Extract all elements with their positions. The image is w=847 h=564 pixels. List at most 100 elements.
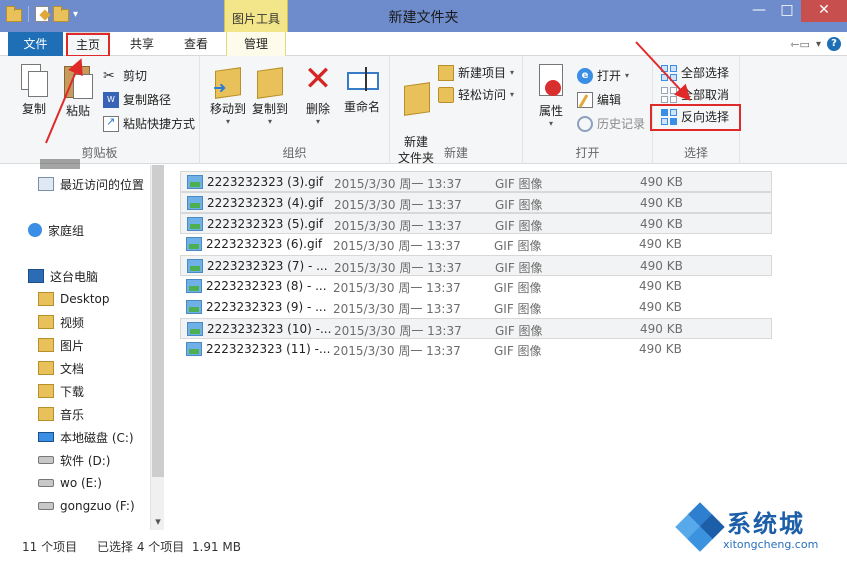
gif-image-icon bbox=[186, 342, 202, 356]
gif-image-icon bbox=[187, 217, 203, 231]
paste-button[interactable]: 粘贴 bbox=[58, 64, 98, 119]
logo-icon bbox=[675, 502, 725, 552]
tab-view[interactable]: 查看 bbox=[172, 32, 220, 56]
select-none-button[interactable]: 全部取消 bbox=[661, 86, 729, 103]
select-group: 全部选择 全部取消 反向选择 选择 bbox=[650, 56, 741, 164]
file-row[interactable]: 2223232323 (9) - ... 2015/3/30 周一 13:37 … bbox=[180, 297, 772, 318]
folder-icon bbox=[38, 315, 54, 329]
file-name: 2223232323 (9) - ... bbox=[206, 300, 327, 314]
window-title: 新建文件夹 bbox=[388, 10, 459, 26]
file-name: 2223232323 (8) - ... bbox=[206, 279, 327, 293]
file-size: 490 KB bbox=[639, 237, 682, 251]
ribbon: 复制 粘贴 ✂ 剪切 W 复制路径 粘贴快捷方式 剪贴板 ➜ 移动到 ▾ 复制到 bbox=[0, 56, 847, 165]
maximize-button[interactable]: □ bbox=[773, 0, 801, 22]
file-type: GIF 图像 bbox=[495, 324, 543, 338]
drive-icon bbox=[38, 456, 54, 464]
folder-icon bbox=[38, 338, 54, 352]
selection-info: 已选择 4 个项目 1.91 MB bbox=[97, 540, 242, 554]
nav-partial-item bbox=[40, 159, 80, 169]
easy-access-label: 轻松访问 bbox=[458, 88, 507, 102]
edit-button[interactable]: 编辑 bbox=[577, 91, 621, 108]
recent-icon bbox=[38, 177, 54, 191]
file-date: 2015/3/30 周一 13:37 bbox=[334, 198, 462, 212]
open-button[interactable]: e 打开 ▾ bbox=[577, 67, 629, 84]
select-group-label: 选择 bbox=[683, 146, 708, 160]
file-type: GIF 图像 bbox=[494, 302, 542, 316]
nav-item-music[interactable]: 音乐 bbox=[38, 403, 84, 425]
move-to-label: 移动到 bbox=[209, 102, 246, 116]
item-count: 11 个项目 bbox=[22, 540, 78, 554]
nav-scrollbar[interactable]: ▾ bbox=[150, 165, 164, 530]
file-type: GIF 图像 bbox=[494, 239, 542, 253]
file-row[interactable]: 2223232323 (5).gif 2015/3/30 周一 13:37 GI… bbox=[180, 213, 772, 234]
tab-file[interactable]: 文件 bbox=[8, 32, 63, 56]
window-controls: — □ ✕ bbox=[745, 0, 847, 22]
file-row[interactable]: 2223232323 (4).gif 2015/3/30 周一 13:37 GI… bbox=[180, 192, 772, 213]
copy-to-button[interactable]: 复制到 ▾ bbox=[248, 64, 292, 126]
home-tab-highlight bbox=[66, 33, 110, 57]
properties-button[interactable]: 属性 ▾ bbox=[531, 64, 571, 128]
copy-to-label: 复制到 bbox=[251, 102, 288, 116]
file-date: 2015/3/30 周一 13:37 bbox=[334, 261, 462, 275]
paste-shortcut-label: 粘贴快捷方式 bbox=[123, 117, 196, 131]
paste-label: 粘贴 bbox=[65, 104, 90, 118]
chevron-down-icon: ▾ bbox=[625, 71, 630, 80]
file-row[interactable]: 2223232323 (11) -... 2015/3/30 周一 13:37 … bbox=[180, 339, 772, 360]
close-button[interactable]: ✕ bbox=[801, 0, 847, 22]
gif-image-icon bbox=[187, 196, 203, 210]
rename-button[interactable]: 重命名 bbox=[339, 64, 385, 115]
file-date: 2015/3/30 周一 13:37 bbox=[334, 219, 462, 233]
nav-item-documents[interactable]: 文档 bbox=[38, 357, 84, 379]
easy-access-button[interactable]: 轻松访问 ▾ bbox=[438, 86, 514, 103]
scroll-down-icon[interactable]: ▾ bbox=[151, 515, 165, 528]
scissors-icon: ✂ bbox=[103, 67, 115, 84]
help-icon[interactable]: ? bbox=[827, 37, 841, 51]
file-row[interactable]: 2223232323 (3).gif 2015/3/30 周一 13:37 GI… bbox=[180, 171, 772, 192]
file-size: 490 KB bbox=[640, 175, 683, 189]
scrollbar-thumb[interactable] bbox=[152, 165, 164, 477]
file-row[interactable]: 2223232323 (7) - ... 2015/3/30 周一 13:37 … bbox=[180, 255, 772, 276]
invert-selection-highlight bbox=[650, 104, 741, 131]
nav-item-drive-e[interactable]: wo (E:) bbox=[38, 472, 102, 494]
paste-shortcut-button[interactable]: 粘贴快捷方式 bbox=[103, 115, 195, 132]
delete-button[interactable]: ✕ 删除 ▾ bbox=[298, 62, 338, 126]
copy-to-icon bbox=[255, 64, 285, 96]
history-button[interactable]: 历史记录 bbox=[577, 115, 645, 132]
file-row[interactable]: 2223232323 (8) - ... 2015/3/30 周一 13:37 … bbox=[180, 276, 772, 297]
nav-item-videos[interactable]: 视频 bbox=[38, 311, 84, 333]
file-name: 2223232323 (11) -... bbox=[206, 342, 331, 356]
nav-item-downloads[interactable]: 下载 bbox=[38, 380, 84, 402]
nav-item-label: 家庭组 bbox=[48, 223, 85, 238]
properties-icon bbox=[537, 64, 565, 98]
file-row[interactable]: 2223232323 (6).gif 2015/3/30 周一 13:37 GI… bbox=[180, 234, 772, 255]
tab-manage[interactable]: 管理 bbox=[226, 32, 286, 56]
file-type: GIF 图像 bbox=[495, 261, 543, 275]
file-type: GIF 图像 bbox=[494, 344, 542, 358]
open-group-label: 打开 bbox=[575, 146, 600, 160]
ribbon-tabs: 文件 主页 共享 查看 管理 ⇽▭ ▾ ? bbox=[0, 32, 847, 57]
pin-ribbon-icon[interactable]: ⇽▭ bbox=[790, 38, 810, 51]
select-all-button[interactable]: 全部选择 bbox=[661, 64, 729, 81]
minimize-button[interactable]: — bbox=[745, 0, 773, 22]
chevron-down-icon[interactable]: ▾ bbox=[816, 39, 821, 50]
cut-button[interactable]: ✂ 剪切 bbox=[103, 67, 147, 84]
nav-item-this-pc[interactable]: 这台电脑 bbox=[28, 265, 98, 287]
nav-item-label: 下载 bbox=[60, 384, 85, 399]
new-item-button[interactable]: 新建项目 ▾ bbox=[438, 64, 514, 81]
nav-item-drive-d[interactable]: 软件 (D:) bbox=[38, 449, 110, 471]
nav-item-homegroup[interactable]: 家庭组 bbox=[28, 219, 84, 241]
nav-item-label: 音乐 bbox=[60, 407, 85, 422]
copy-path-button[interactable]: W 复制路径 bbox=[103, 91, 171, 108]
file-row[interactable]: 2223232323 (10) -... 2015/3/30 周一 13:37 … bbox=[180, 318, 772, 339]
nav-item-drive-f[interactable]: gongzuo (F:) bbox=[38, 495, 135, 517]
copy-button[interactable]: 复制 bbox=[14, 64, 54, 117]
nav-item-label: 软件 (D:) bbox=[60, 453, 111, 468]
file-type: GIF 图像 bbox=[495, 219, 543, 233]
nav-item-drive-c[interactable]: 本地磁盘 (C:) bbox=[38, 426, 134, 448]
move-to-button[interactable]: ➜ 移动到 ▾ bbox=[206, 64, 250, 126]
new-group: 新建 文件夹 新建项目 ▾ 轻松访问 ▾ 新建 bbox=[390, 56, 523, 165]
tab-share[interactable]: 共享 bbox=[118, 32, 166, 56]
nav-item-desktop[interactable]: Desktop bbox=[38, 288, 110, 310]
nav-item-pictures[interactable]: 图片 bbox=[38, 334, 84, 356]
nav-item-recent[interactable]: 最近访问的位置 bbox=[38, 173, 144, 195]
